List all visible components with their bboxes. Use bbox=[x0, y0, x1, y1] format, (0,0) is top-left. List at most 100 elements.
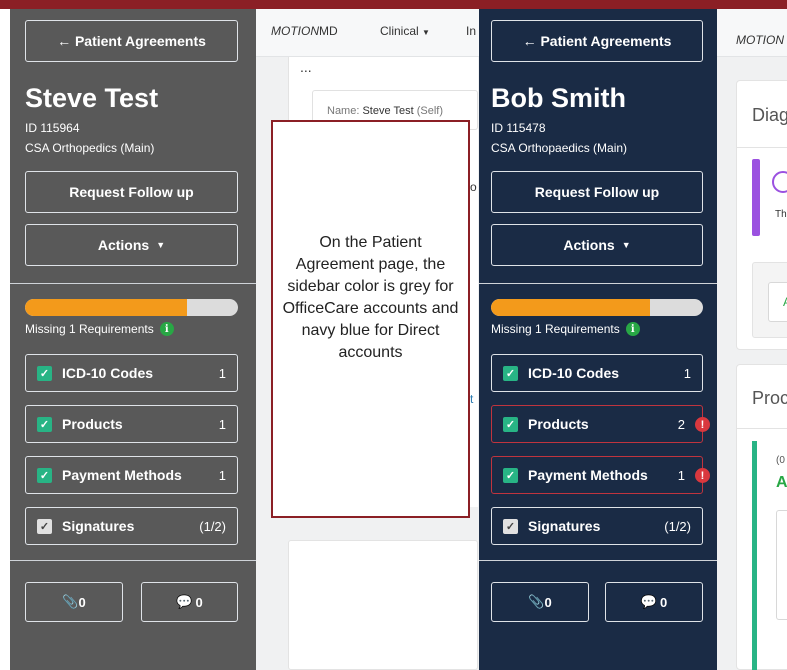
add-diagnosis-button[interactable]: A bbox=[768, 282, 787, 322]
follow-up-label: Request Follow up bbox=[69, 184, 194, 200]
back-button-label: ← Patient Agreements bbox=[522, 33, 672, 49]
requirement-count: (1/2) bbox=[664, 518, 691, 534]
content-card bbox=[288, 540, 478, 670]
sidebar-divider bbox=[10, 560, 256, 561]
requirement-count: 1 bbox=[677, 467, 685, 483]
content-link-peek[interactable]: t bbox=[470, 392, 473, 406]
status-circle-icon bbox=[772, 171, 787, 193]
caret-down-icon: ▼ bbox=[156, 240, 166, 250]
requirement-count: 1 bbox=[218, 416, 226, 432]
paperclip-icon: 📎 bbox=[528, 594, 545, 609]
attachments-button[interactable]: 📎 0 bbox=[25, 582, 123, 622]
requirement-payment-methods[interactable]: ✓ Payment Methods 1 ! bbox=[491, 456, 710, 494]
requirement-icd10[interactable]: ✓ ICD-10 Codes 1 bbox=[491, 354, 703, 392]
name-field-value: Steve Test bbox=[362, 105, 414, 117]
comments-count: 0 bbox=[659, 594, 668, 610]
info-icon[interactable]: i bbox=[625, 322, 640, 336]
follow-up-label: Request Follow up bbox=[534, 184, 660, 200]
sidebar-divider bbox=[479, 283, 717, 284]
requirement-label: Payment Methods bbox=[62, 467, 182, 483]
requirement-label: Signatures bbox=[528, 518, 601, 534]
requirement-products[interactable]: ✓ Products 1 bbox=[25, 405, 238, 443]
requirements-progress-bar bbox=[491, 299, 703, 316]
sidebar-officecare: ← Patient Agreements Steve Test ID 11596… bbox=[10, 9, 256, 670]
patient-name: Bob Smith bbox=[491, 83, 626, 113]
missing-requirements-text: Missing 1 Requirements bbox=[25, 322, 154, 336]
back-to-agreements-button[interactable]: ← Patient Agreements bbox=[491, 20, 703, 62]
product-name[interactable]: A bbox=[776, 474, 787, 492]
actions-dropdown[interactable]: Actions ▼ bbox=[491, 224, 703, 266]
checkbox-checked-icon: ✓ bbox=[503, 365, 518, 381]
requirement-signatures[interactable]: ✓ Signatures (1/2) bbox=[25, 507, 238, 545]
card-divider bbox=[736, 428, 787, 429]
exclamation-icon: ! bbox=[695, 417, 710, 432]
annotation-callout: On the Patient Agreement page, the sideb… bbox=[271, 120, 470, 518]
request-follow-up-button[interactable]: Request Follow up bbox=[491, 171, 703, 213]
card-divider bbox=[736, 147, 787, 148]
clinic-name: CSA Orthopaedics (Main) bbox=[491, 141, 628, 155]
progress-fill bbox=[491, 299, 650, 316]
progress-fill bbox=[25, 299, 187, 316]
product-detail-box bbox=[776, 510, 787, 620]
sidebar-direct: ← Patient Agreements Bob Smith ID 115478… bbox=[479, 9, 717, 670]
requirement-count: 2 bbox=[677, 416, 685, 432]
sidebar-divider bbox=[10, 283, 256, 284]
checkbox-checked-icon: ✓ bbox=[503, 467, 518, 483]
requirement-count: 1 bbox=[683, 365, 691, 381]
top-accent-stripe bbox=[0, 0, 787, 9]
brand-suffix: MD bbox=[319, 24, 338, 38]
nav-clinical-menu[interactable]: Clinical ▼ bbox=[380, 24, 430, 38]
requirement-count: 1 bbox=[218, 365, 226, 381]
content-peek: o bbox=[470, 180, 477, 194]
info-icon[interactable]: i bbox=[159, 322, 174, 336]
product-meta: (0 bbox=[776, 455, 785, 466]
back-to-agreements-button[interactable]: ← Patient Agreements bbox=[25, 20, 238, 62]
comments-button[interactable]: 💬 0 bbox=[141, 582, 238, 622]
diagnosis-text: Th bbox=[775, 209, 787, 220]
name-field-suffix: (Self) bbox=[416, 105, 443, 117]
checkbox-checked-icon: ✓ bbox=[503, 518, 518, 534]
actions-label: Actions bbox=[563, 237, 615, 253]
annotation-text: On the Patient Agreement page, the sideb… bbox=[282, 234, 459, 361]
actions-dropdown[interactable]: Actions ▼ bbox=[25, 224, 238, 266]
requirement-label: Products bbox=[62, 416, 123, 432]
brand-logo[interactable]: MOTION bbox=[736, 33, 784, 47]
checkbox-checked-icon: ✓ bbox=[37, 416, 52, 432]
missing-requirements: Missing 1 Requirements i bbox=[25, 322, 174, 336]
sidebar-divider bbox=[479, 560, 717, 561]
comments-count: 0 bbox=[195, 594, 203, 610]
request-follow-up-button[interactable]: Request Follow up bbox=[25, 171, 238, 213]
checkbox-checked-icon: ✓ bbox=[503, 416, 518, 432]
requirement-label: Payment Methods bbox=[528, 467, 648, 483]
requirements-progress-bar bbox=[25, 299, 238, 316]
clinic-name: CSA Orthopedics (Main) bbox=[25, 141, 155, 155]
brand-logo[interactable]: MOTIONMD bbox=[271, 24, 338, 38]
requirement-label: ICD-10 Codes bbox=[62, 365, 154, 381]
attachments-button[interactable]: 📎 0 bbox=[491, 582, 589, 622]
requirement-count: 1 bbox=[218, 467, 226, 483]
actions-label: Actions bbox=[97, 237, 150, 253]
attachments-count: 0 bbox=[544, 594, 552, 610]
requirement-icd10[interactable]: ✓ ICD-10 Codes 1 bbox=[25, 354, 238, 392]
nav-item-peek[interactable]: In bbox=[466, 24, 476, 38]
checkbox-checked-icon: ✓ bbox=[37, 365, 52, 381]
comments-button[interactable]: 💬 0 bbox=[605, 582, 703, 622]
patient-id: ID 115478 bbox=[491, 121, 546, 135]
paperclip-icon: 📎 bbox=[62, 594, 79, 609]
requirement-count: (1/2) bbox=[199, 518, 226, 534]
attachments-count: 0 bbox=[78, 594, 86, 610]
nav-clinical-label: Clinical bbox=[380, 24, 419, 38]
name-field-label: Name: bbox=[327, 105, 360, 117]
requirement-label: Products bbox=[528, 416, 589, 432]
patient-name: Steve Test bbox=[25, 83, 159, 113]
caret-down-icon: ▼ bbox=[621, 240, 631, 250]
products-card-title: Proc bbox=[752, 388, 787, 408]
requirement-signatures[interactable]: ✓ Signatures (1/2) bbox=[491, 507, 703, 545]
requirement-payment-methods[interactable]: ✓ Payment Methods 1 bbox=[25, 456, 238, 494]
checkbox-checked-icon: ✓ bbox=[37, 518, 52, 534]
missing-requirements: Missing 1 Requirements i bbox=[491, 322, 640, 336]
missing-requirements-text: Missing 1 Requirements bbox=[491, 322, 620, 336]
requirement-products[interactable]: ✓ Products 2 ! bbox=[491, 405, 710, 443]
caret-down-icon: ▼ bbox=[422, 28, 430, 37]
diagnosis-card-title: Diag bbox=[752, 105, 787, 125]
